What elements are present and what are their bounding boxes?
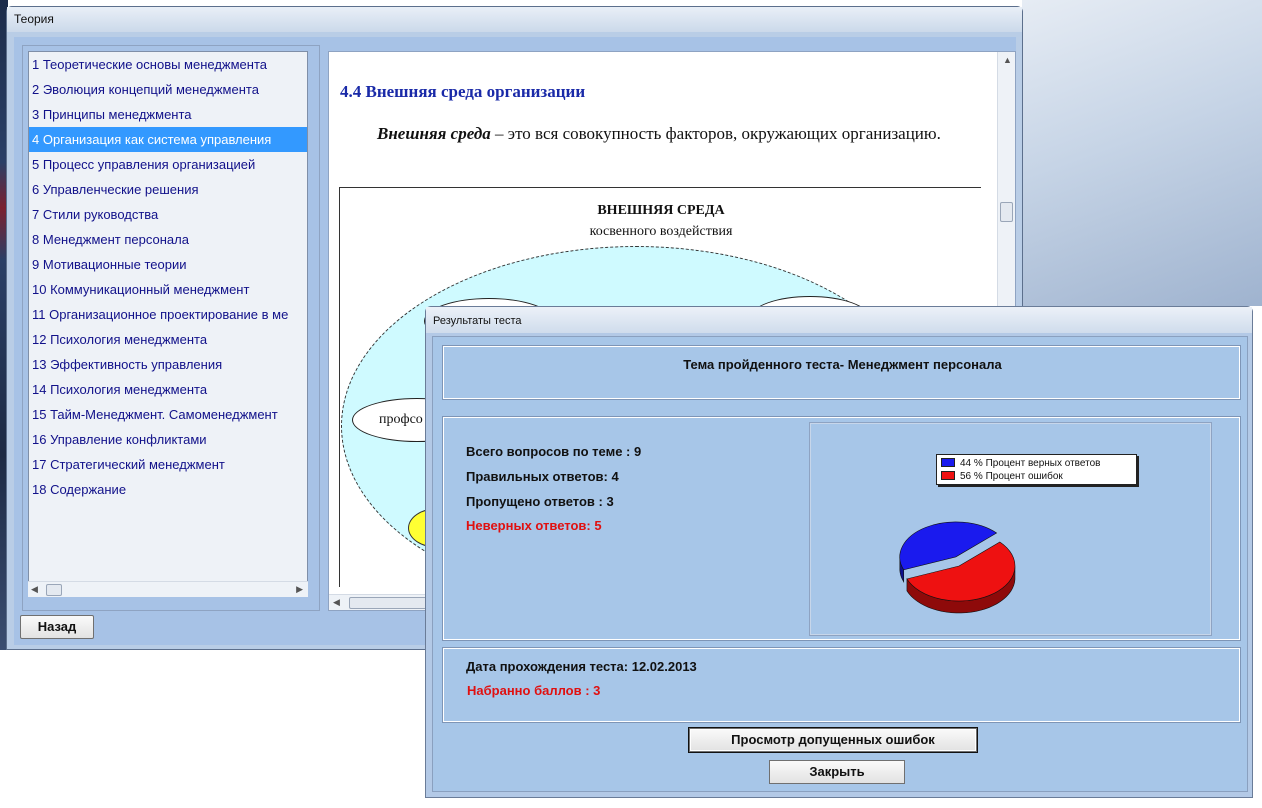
scroll-right-icon[interactable]: ▶ [296, 584, 303, 595]
doc-heading: 4.4 Внешняя среда организации [340, 82, 586, 101]
toc-item[interactable]: 5 Процесс управления организацией [29, 152, 307, 177]
toc-item[interactable]: 13 Эффективность управления [29, 352, 307, 377]
toc-item[interactable]: 12 Психология менеджмента [29, 327, 307, 352]
scroll-left-icon[interactable]: ◀ [333, 597, 340, 608]
wrong-answers: Неверных ответов: 5 [466, 518, 602, 533]
toc-horizontal-scrollbar[interactable]: ◀ ▶ [28, 581, 308, 597]
topic-panel: Тема пройденного теста- Менеджмент персо… [442, 345, 1241, 400]
test-date: Дата прохождения теста: 12.02.2013 [466, 659, 697, 674]
skipped-answers: Пропущено ответов : 3 [466, 494, 614, 509]
stats-panel: Всего вопросов по теме : 9 Правильных от… [442, 416, 1241, 641]
scroll-thumb[interactable] [349, 597, 429, 609]
toc-item[interactable]: 3 Принципы менеджмента [29, 102, 307, 127]
test-results-window: Результаты теста Тема пройденного теста-… [425, 306, 1253, 798]
toc-item[interactable]: 4 Организация как система управления [29, 127, 307, 152]
correct-answers: Правильных ответов: 4 [466, 469, 619, 484]
desktop-background-top [1022, 0, 1262, 306]
total-questions: Всего вопросов по теме : 9 [466, 444, 642, 459]
toc-list[interactable]: 1 Теоретические основы менеджмента 2 Эвол… [28, 51, 308, 597]
scroll-thumb[interactable] [46, 584, 62, 596]
scroll-thumb[interactable] [1000, 202, 1013, 222]
toc-item[interactable]: 11 Организационное проектирование в ме [29, 302, 307, 327]
toc-item[interactable]: 7 Стили руководства [29, 202, 307, 227]
results-window-title: Результаты теста [426, 307, 1252, 333]
toc-item[interactable]: 6 Управленческие решения [29, 177, 307, 202]
toc-item[interactable]: 17 Стратегический менеджмент [29, 452, 307, 477]
scroll-up-icon[interactable]: ▲ [1003, 55, 1012, 65]
close-button[interactable]: Закрыть [769, 760, 905, 784]
back-button[interactable]: Назад [20, 615, 94, 639]
results-window-client: Тема пройденного теста- Менеджмент персо… [432, 336, 1248, 792]
theory-window-title: Теория [7, 7, 1022, 32]
test-topic: Тема пройденного теста- Менеджмент персо… [683, 357, 1002, 372]
diagram-title: ВНЕШНЯЯ СРЕДА [597, 203, 725, 218]
toc-item[interactable]: 18 Содержание [29, 477, 307, 502]
doc-definition: – это вся совокупность факторов, окружаю… [490, 124, 941, 143]
scroll-left-icon[interactable]: ◀ [31, 584, 38, 595]
doc-term: Внешняя среда [377, 124, 491, 143]
toc-item[interactable]: 14 Психология менеджмента [29, 377, 307, 402]
toc-item[interactable]: 1 Теоретические основы менеджмента [29, 52, 307, 77]
toc-item[interactable]: 9 Мотивационные теории [29, 252, 307, 277]
date-panel: Дата прохождения теста: 12.02.2013 Набра… [442, 647, 1241, 723]
results-pie-chart: 44 % Процент верных ответов 56 % Процент… [809, 422, 1212, 636]
toc-item[interactable]: 16 Управление конфликтами [29, 427, 307, 452]
toc-item[interactable]: 15 Тайм-Менеджмент. Самоменеджмент [29, 402, 307, 427]
pie-svg [899, 521, 1016, 614]
toc-item[interactable]: 8 Менеджмент персонала [29, 227, 307, 252]
view-errors-button[interactable]: Просмотр допущенных ошибок [688, 727, 978, 753]
score: Набранно баллов : 3 [467, 683, 601, 698]
doc-paragraph: Внешняя среда – это вся совокупность фак… [340, 122, 971, 145]
toc-item[interactable]: 10 Коммуникационный менеджмент [29, 277, 307, 302]
toc-item[interactable]: 2 Эволюция концепций менеджмента [29, 77, 307, 102]
diagram-node-label: профсо [379, 412, 423, 427]
diagram-subtitle: косвенного воздействия [589, 224, 733, 239]
